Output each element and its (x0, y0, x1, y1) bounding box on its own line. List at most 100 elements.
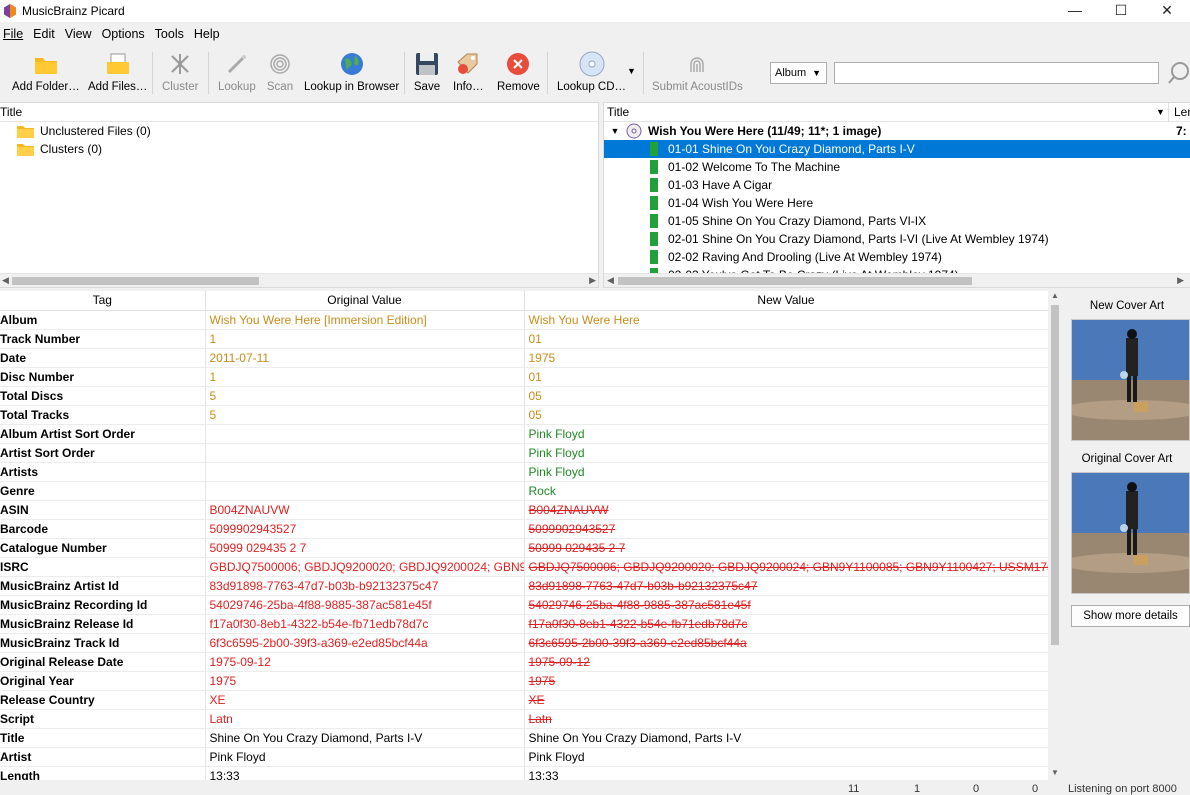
tag-name-cell[interactable]: Total Tracks (0, 405, 206, 425)
title-column-header[interactable]: Title (607, 105, 629, 119)
track-row[interactable]: 02-02 Raving And Drooling (Live At Wembl… (604, 248, 1190, 266)
scroll-left-icon[interactable]: ◀ (607, 275, 614, 286)
tag-name-cell[interactable]: Artists (0, 462, 206, 482)
new-value-cell[interactable]: Rock (524, 481, 1049, 501)
metadata-row[interactable]: Genre Rock (0, 481, 1049, 501)
metadata-row[interactable]: Release Country XE XE (0, 690, 1049, 710)
menu-tools[interactable]: Tools (151, 24, 190, 44)
tag-name-cell[interactable]: Original Year (0, 671, 206, 691)
original-value-cell[interactable]: 5 (205, 386, 525, 406)
tag-name-cell[interactable]: Genre (0, 481, 206, 501)
new-value-cell[interactable]: 01 (524, 367, 1049, 387)
expand-arrow-icon[interactable]: ▼ (604, 126, 626, 136)
search-type-select[interactable]: Album ▼ (770, 62, 827, 84)
tag-name-cell[interactable]: Length (0, 766, 206, 780)
metadata-row[interactable]: ISRC GBDJQ7500006; GBDJQ9200020; GBDJQ920… (0, 557, 1049, 577)
new-value-cell[interactable]: Latn (524, 709, 1049, 729)
menu-edit[interactable]: Edit (29, 24, 61, 44)
tag-name-cell[interactable]: MusicBrainz Recording Id (0, 595, 206, 615)
metadata-row[interactable]: Artist Pink Floyd Pink Floyd (0, 747, 1049, 767)
scroll-left-icon[interactable]: ◀ (2, 275, 9, 286)
new-value-cell[interactable]: 13:33 (524, 766, 1049, 780)
original-value-cell[interactable] (205, 424, 525, 444)
original-value-cell[interactable]: Pink Floyd (205, 747, 525, 767)
track-row[interactable]: 01-02 Welcome To The Machine (604, 158, 1190, 176)
original-value-cell[interactable] (205, 443, 525, 463)
new-cover-art-image[interactable] (1071, 319, 1190, 441)
submit-acoustids-button[interactable]: Submit AcoustIDs (652, 50, 743, 93)
vertical-scrollbar[interactable]: ▲ ▼ (1048, 291, 1062, 780)
track-row[interactable]: 01-04 Wish You Were Here (604, 194, 1190, 212)
original-value-cell[interactable]: 83d91898-7763-47d7-b03b-b92132375c47 (205, 576, 525, 596)
new-value-cell[interactable]: Wish You Were Here (524, 310, 1049, 330)
new-value-cell[interactable]: 54029746-25ba-4f88-9885-387ac581e45f (524, 595, 1049, 615)
new-value-cell[interactable]: 01 (524, 329, 1049, 349)
original-value-cell[interactable]: Latn (205, 709, 525, 729)
new-value-cell[interactable]: f17a0f30-8eb1-4322-b54e-fb71edb78d7c (524, 614, 1049, 634)
original-value-cell[interactable]: XE (205, 690, 525, 710)
original-value-cell[interactable]: 1 (205, 329, 525, 349)
original-value-cell[interactable]: 1975-09-12 (205, 652, 525, 672)
lookup-button[interactable]: Lookup (218, 50, 256, 93)
metadata-row[interactable]: MusicBrainz Release Id f17a0f30-8eb1-4322… (0, 614, 1049, 634)
new-value-cell[interactable]: 6f3c6595-2b00-39f3-a369-e2ed85bcf44a (524, 633, 1049, 653)
minimize-button[interactable]: — (1052, 0, 1098, 22)
metadata-row[interactable]: Barcode 5099902943527 5099902943527 (0, 519, 1049, 539)
tag-name-cell[interactable]: Artist (0, 747, 206, 767)
tag-name-cell[interactable]: Title (0, 728, 206, 748)
new-value-cell[interactable]: 1975 (524, 348, 1049, 368)
metadata-row[interactable]: Original Year 1975 1975 (0, 671, 1049, 691)
metadata-row[interactable]: Album Artist Sort Order Pink Floyd (0, 424, 1049, 444)
original-value-cell[interactable]: 1975 (205, 671, 525, 691)
add-files-button[interactable]: Add Files… (88, 50, 147, 93)
track-row[interactable]: 01-01 Shine On You Crazy Diamond, Parts … (604, 140, 1190, 158)
original-value-cell[interactable]: 50999 029435 2 7 (205, 538, 525, 558)
horizontal-scrollbar[interactable]: ◀ ▶ (0, 273, 598, 287)
tag-name-cell[interactable]: MusicBrainz Track Id (0, 633, 206, 653)
scan-button[interactable]: Scan (266, 50, 294, 93)
original-value-cell[interactable]: Shine On You Crazy Diamond, Parts I-V (205, 728, 525, 748)
horizontal-scrollbar[interactable]: ◀ ▶ (604, 273, 1190, 287)
new-value-cell[interactable]: GBDJQ7500006; GBDJQ9200020; GBDJQ9200024… (524, 557, 1049, 577)
new-value-cell[interactable]: XE (524, 690, 1049, 710)
original-value-cell[interactable]: 5099902943527 (205, 519, 525, 539)
original-value-cell[interactable]: Wish You Were Here [Immersion Edition] (205, 310, 525, 330)
info-button[interactable]: Info… (453, 50, 484, 93)
menu-view[interactable]: View (61, 24, 98, 44)
new-value-column-header[interactable]: New Value (524, 291, 1049, 311)
tag-column-header[interactable]: Tag (0, 291, 206, 311)
remove-button[interactable]: Remove (497, 50, 540, 93)
tag-name-cell[interactable]: Album (0, 310, 206, 330)
original-value-column-header[interactable]: Original Value (205, 291, 525, 311)
metadata-row[interactable]: Date 2011-07-11 1975 (0, 348, 1049, 368)
original-value-cell[interactable]: 13:33 (205, 766, 525, 780)
tag-name-cell[interactable]: Disc Number (0, 367, 206, 387)
tag-name-cell[interactable]: Catalogue Number (0, 538, 206, 558)
menu-options[interactable]: Options (98, 24, 151, 44)
original-value-cell[interactable] (205, 481, 525, 501)
new-value-cell[interactable]: 1975-09-12 (524, 652, 1049, 672)
original-value-cell[interactable] (205, 462, 525, 482)
save-button[interactable]: Save (413, 50, 441, 93)
metadata-row[interactable]: Title Shine On You Crazy Diamond, Parts I… (0, 728, 1049, 748)
tag-name-cell[interactable]: Artist Sort Order (0, 443, 206, 463)
scrollbar-thumb[interactable] (618, 277, 972, 285)
metadata-row[interactable]: Artist Sort Order Pink Floyd (0, 443, 1049, 463)
original-value-cell[interactable]: 6f3c6595-2b00-39f3-a369-e2ed85bcf44a (205, 633, 525, 653)
new-value-cell[interactable]: 83d91898-7763-47d7-b03b-b92132375c47 (524, 576, 1049, 596)
track-row[interactable]: 01-03 Have A Cigar (604, 176, 1190, 194)
metadata-row[interactable]: Length 13:33 13:33 (0, 766, 1049, 780)
original-cover-art-image[interactable] (1071, 472, 1190, 594)
clusters-item[interactable]: Clusters (0) (0, 140, 598, 158)
lookup-cd-dropdown-icon[interactable]: ▼ (627, 66, 636, 76)
metadata-row[interactable]: MusicBrainz Recording Id 54029746-25ba-4f… (0, 595, 1049, 615)
new-value-cell[interactable]: Pink Floyd (524, 424, 1049, 444)
original-value-cell[interactable]: 1 (205, 367, 525, 387)
new-value-cell[interactable]: 5099902943527 (524, 519, 1049, 539)
menu-help[interactable]: Help (190, 24, 226, 44)
metadata-row[interactable]: MusicBrainz Track Id 6f3c6595-2b00-39f3-a… (0, 633, 1049, 653)
metadata-row[interactable]: Artists Pink Floyd (0, 462, 1049, 482)
scroll-right-icon[interactable]: ▶ (1177, 275, 1184, 286)
new-value-cell[interactable]: B004ZNAUVW (524, 500, 1049, 520)
tag-name-cell[interactable]: MusicBrainz Release Id (0, 614, 206, 634)
